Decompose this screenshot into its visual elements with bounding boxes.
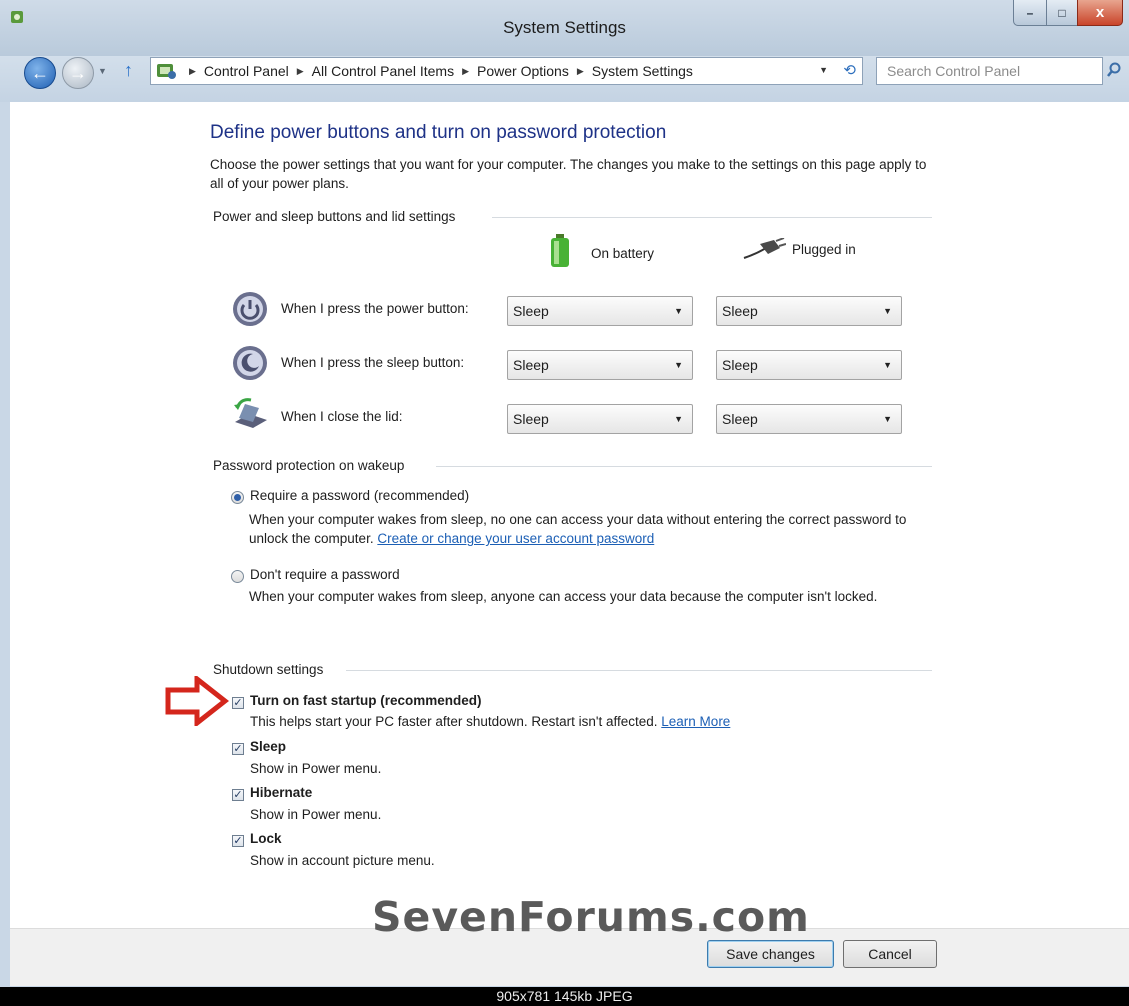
up-level-arrow-icon[interactable]: ↑	[124, 60, 133, 81]
select-value: Sleep	[513, 303, 549, 319]
title-bar: System Settings – □ x	[0, 0, 1129, 56]
select-value: Sleep	[722, 411, 758, 427]
chevron-down-icon: ▼	[883, 360, 892, 370]
lock-checkbox[interactable]: ✓	[232, 835, 244, 847]
no-password-description: When your computer wakes from sleep, any…	[249, 589, 878, 604]
breadcrumb-separator-icon[interactable]: ▶	[297, 66, 304, 77]
column-plugged-in-label: Plugged in	[792, 241, 856, 257]
maximize-button[interactable]: □	[1046, 0, 1078, 26]
battery-icon	[551, 234, 569, 267]
hibernate-label[interactable]: Hibernate	[250, 785, 312, 800]
forward-arrow-icon: →	[69, 62, 87, 83]
minimize-icon: –	[1026, 5, 1034, 20]
recent-locations-chevron-icon[interactable]: ▼	[98, 66, 107, 76]
require-password-radio[interactable]	[231, 491, 244, 504]
red-arrow-annotation-icon	[165, 676, 229, 726]
group-divider	[436, 466, 932, 467]
breadcrumb-separator-icon[interactable]: ▶	[462, 66, 469, 77]
power-plug-icon	[743, 238, 786, 259]
image-caption: 905x781 145kb JPEG	[496, 988, 633, 1004]
fast-startup-label[interactable]: Turn on fast startup (recommended)	[250, 693, 482, 708]
no-password-radio[interactable]	[231, 570, 244, 583]
minimize-button[interactable]: –	[1013, 0, 1047, 26]
power-button-icon	[233, 292, 267, 326]
column-on-battery: On battery	[549, 234, 655, 268]
lock-description: Show in account picture menu.	[250, 853, 435, 868]
close-lid-label: When I close the lid:	[281, 409, 403, 424]
page-heading: Define power buttons and turn on passwor…	[210, 122, 667, 143]
chevron-down-icon: ▼	[674, 360, 683, 370]
chevron-down-icon: ▼	[883, 306, 892, 316]
maximize-icon: □	[1058, 5, 1066, 20]
fast-startup-text: This helps start your PC faster after sh…	[250, 714, 658, 729]
group-divider	[492, 217, 932, 218]
no-password-label[interactable]: Don't require a password	[250, 567, 400, 582]
control-panel-icon	[157, 64, 176, 79]
column-on-battery-label: On battery	[591, 245, 655, 261]
address-bar[interactable]: ▶ Control Panel ▶ All Control Panel Item…	[150, 57, 863, 85]
select-value: Sleep	[513, 357, 549, 373]
sleep-button-plugged-select[interactable]: Sleep ▼	[716, 350, 902, 380]
window-title: System Settings	[503, 18, 626, 37]
close-lid-plugged-select[interactable]: Sleep ▼	[716, 404, 902, 434]
close-button[interactable]: x	[1077, 0, 1123, 26]
chevron-down-icon: ▼	[674, 414, 683, 424]
breadcrumb-power-options[interactable]: Power Options	[477, 63, 569, 79]
sleep-button-icon	[233, 346, 267, 380]
back-arrow-icon: ←	[31, 62, 49, 83]
power-button-plugged-select[interactable]: Sleep ▼	[716, 296, 902, 326]
search-icon[interactable]	[1106, 62, 1122, 78]
fast-startup-checkbox[interactable]: ✓	[232, 697, 244, 709]
chevron-down-icon: ▼	[883, 414, 892, 424]
sleep-label[interactable]: Sleep	[250, 739, 286, 754]
select-value: Sleep	[513, 411, 549, 427]
hibernate-description: Show in Power menu.	[250, 807, 382, 822]
power-group-title: Power and sleep buttons and lid settings	[213, 209, 456, 224]
column-plugged-in: Plugged in	[742, 238, 856, 260]
sleep-button-label: When I press the sleep button:	[281, 355, 465, 370]
require-password-label[interactable]: Require a password (recommended)	[250, 488, 469, 503]
change-password-link[interactable]: Create or change your user account passw…	[377, 531, 654, 546]
breadcrumb-separator-icon[interactable]: ▶	[189, 66, 196, 77]
close-lid-battery-select[interactable]: Sleep ▼	[507, 404, 693, 434]
save-changes-button[interactable]: Save changes	[707, 940, 834, 968]
sleep-button-battery-select[interactable]: Sleep ▼	[507, 350, 693, 380]
password-group-title: Password protection on wakeup	[213, 458, 405, 473]
address-dropdown-icon[interactable]: ▼	[819, 65, 828, 75]
explorer-window: System Settings – □ x ← → ▼ ↑ ▶ Control …	[0, 0, 1129, 987]
hibernate-checkbox[interactable]: ✓	[232, 789, 244, 801]
require-password-description: When your computer wakes from sleep, no …	[249, 510, 939, 548]
shutdown-group-title: Shutdown settings	[213, 662, 324, 677]
breadcrumb: ▶ Control Panel ▶ All Control Panel Item…	[181, 63, 693, 79]
search-input[interactable]: Search Control Panel	[876, 57, 1103, 85]
sleep-description: Show in Power menu.	[250, 761, 382, 776]
power-button-battery-select[interactable]: Sleep ▼	[507, 296, 693, 326]
forward-button[interactable]: →	[62, 57, 94, 89]
laptop-lid-icon	[234, 398, 267, 428]
breadcrumb-all-items[interactable]: All Control Panel Items	[312, 63, 454, 79]
page-description: Choose the power settings that you want …	[210, 157, 927, 191]
power-button-label: When I press the power button:	[281, 301, 469, 316]
refresh-icon[interactable]: ⟲	[843, 61, 856, 79]
learn-more-link[interactable]: Learn More	[661, 714, 730, 729]
breadcrumb-system-settings[interactable]: System Settings	[592, 63, 693, 79]
chevron-down-icon: ▼	[674, 306, 683, 316]
fast-startup-description: This helps start your PC faster after sh…	[250, 714, 730, 729]
close-icon: x	[1095, 4, 1105, 21]
group-divider	[346, 670, 932, 671]
select-value: Sleep	[722, 357, 758, 373]
breadcrumb-separator-icon[interactable]: ▶	[577, 66, 584, 77]
lock-label[interactable]: Lock	[250, 831, 282, 846]
cancel-button[interactable]: Cancel	[843, 940, 937, 968]
watermark-logo: SevenForums.com	[372, 893, 810, 941]
select-value: Sleep	[722, 303, 758, 319]
back-button[interactable]: ←	[24, 57, 56, 89]
breadcrumb-control-panel[interactable]: Control Panel	[204, 63, 289, 79]
sleep-checkbox[interactable]: ✓	[232, 743, 244, 755]
